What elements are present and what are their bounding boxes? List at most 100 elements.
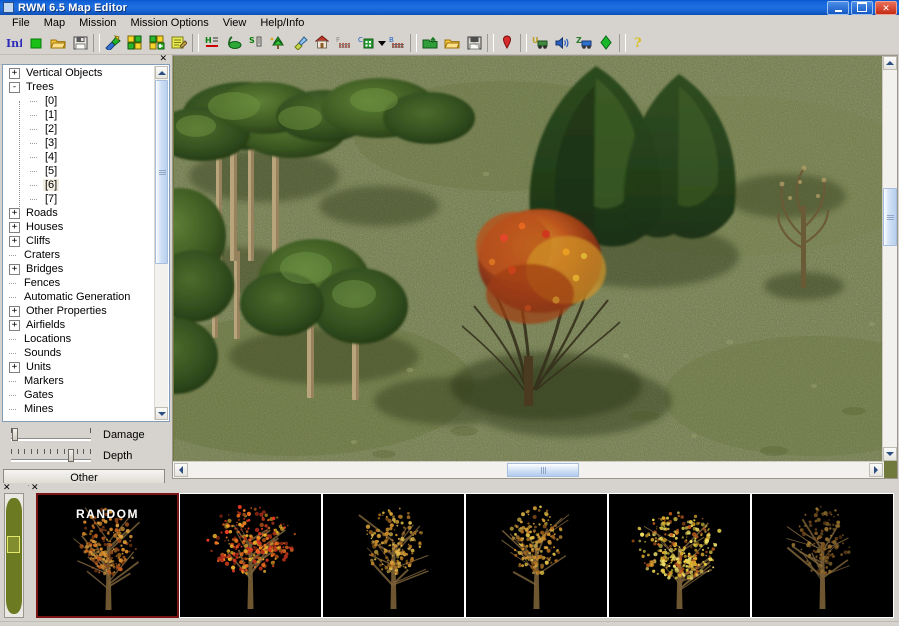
thumbnail-tree-4[interactable] [751, 493, 894, 618]
tree-node-trees[interactable]: - Trees [3, 80, 153, 94]
open-folder-icon[interactable] [47, 32, 69, 53]
thumbnail-random[interactable]: RANDOM [36, 493, 179, 618]
map-viewport[interactable] [174, 56, 884, 461]
fence-icon[interactable]: F [333, 32, 355, 53]
city-icon[interactable]: C [355, 32, 377, 53]
zone-icon[interactable]: Z [573, 32, 595, 53]
menu-mission-options[interactable]: Mission Options [123, 16, 215, 30]
tree-node-5[interactable]: [5] [3, 164, 153, 178]
tree-node-units[interactable]: + Units [3, 360, 153, 374]
slope-icon[interactable]: S [245, 32, 267, 53]
expand-icon[interactable]: + [9, 235, 20, 247]
stop-green-icon[interactable] [25, 32, 47, 53]
brush-icon[interactable] [289, 32, 311, 53]
expand-icon[interactable]: + [9, 263, 20, 275]
depth-slider[interactable] [11, 447, 91, 465]
open-mission-icon[interactable] [441, 32, 463, 53]
info-icon[interactable]: Info [3, 32, 25, 53]
thumbnail-panel-close-icon[interactable]: ✕ [31, 482, 39, 492]
house-icon[interactable] [311, 32, 333, 53]
map-horizontal-scrollbar[interactable] [173, 461, 884, 478]
tree-node-6[interactable]: [6] [3, 178, 153, 192]
scroll-down-button[interactable] [155, 407, 168, 420]
save-mission-icon[interactable] [463, 32, 485, 53]
thumbnail-tree-1[interactable] [322, 493, 465, 618]
dropdown-arrow-icon[interactable] [377, 32, 386, 53]
close-button[interactable]: ✕ [875, 1, 897, 15]
map-scroll-left-button[interactable] [174, 463, 188, 477]
tree-node-roads[interactable]: + Roads [3, 206, 153, 220]
expand-icon[interactable]: + [9, 305, 20, 317]
map-scroll-right-button[interactable] [869, 463, 883, 477]
collapse-icon[interactable]: - [9, 81, 20, 93]
menu-file[interactable]: File [5, 16, 37, 30]
map-scroll-up-button[interactable] [883, 56, 897, 70]
edit-note-icon[interactable] [168, 32, 190, 53]
tree-node-7[interactable]: [7] [3, 192, 153, 206]
minimap-panel-close-icon[interactable]: ✕ [3, 482, 11, 492]
maximize-button[interactable] [851, 1, 873, 15]
marker-icon[interactable] [496, 32, 518, 53]
minimap[interactable] [4, 493, 24, 618]
texture-add-icon[interactable] [146, 32, 168, 53]
bridge-icon[interactable]: B [386, 32, 408, 53]
tree-node-vertical-objects[interactable]: + Vertical Objects [3, 66, 153, 80]
compass-icon[interactable] [595, 32, 617, 53]
menu-help-info[interactable]: Help/Info [253, 16, 311, 30]
tree-node-stub-icon [30, 97, 39, 106]
map-vertical-scrollbar[interactable] [882, 56, 897, 461]
map-scroll-down-button[interactable] [883, 447, 897, 461]
object-tree[interactable]: + Vertical Objects - Trees [0] [1] [2] [3] [4] [5… [2, 64, 170, 422]
tree-node-bridges[interactable]: + Bridges [3, 262, 153, 276]
tree-node-gates[interactable]: Gates [3, 388, 153, 402]
menu-map[interactable]: Map [37, 16, 72, 30]
thumbnail-tree-2[interactable] [465, 493, 608, 618]
tree-node-3[interactable]: [3] [3, 136, 153, 150]
tree-place-icon[interactable] [267, 32, 289, 53]
unit-icon[interactable]: U [529, 32, 551, 53]
tree-node-mines[interactable]: Mines [3, 402, 153, 416]
tree-node-label: Airfields [26, 319, 66, 331]
terrain-paint-icon[interactable] [102, 32, 124, 53]
tree-node-airfields[interactable]: + Airfields [3, 318, 153, 332]
damage-slider-thumb[interactable] [12, 427, 18, 441]
thumbnail-tree-3[interactable] [608, 493, 751, 618]
texture-grid-icon[interactable] [124, 32, 146, 53]
height-map-icon[interactable]: H [201, 32, 223, 53]
objects-panel-close-icon[interactable]: ✕ [159, 54, 167, 63]
tree-node-4[interactable]: [4] [3, 150, 153, 164]
depth-slider-thumb[interactable] [68, 448, 74, 462]
import-icon[interactable] [419, 32, 441, 53]
map-scroll-v-thumb[interactable] [883, 188, 897, 246]
damage-slider[interactable] [11, 426, 91, 444]
tree-node-2[interactable]: [2] [3, 122, 153, 136]
tree-node-1[interactable]: [1] [3, 108, 153, 122]
expand-icon[interactable]: + [9, 221, 20, 233]
scroll-up-button[interactable] [155, 66, 168, 79]
tree-node-automatic-generation[interactable]: Automatic Generation [3, 290, 153, 304]
expand-icon[interactable]: + [9, 361, 20, 373]
expand-icon[interactable]: + [9, 67, 20, 79]
minimize-button[interactable] [827, 1, 849, 15]
sound-icon[interactable] [551, 32, 573, 53]
help-icon[interactable]: ? [628, 32, 650, 53]
scroll-thumb[interactable] [155, 80, 168, 264]
map-scroll-h-thumb[interactable] [507, 463, 579, 477]
minimap-viewport-rect[interactable] [7, 536, 20, 553]
save-disk-icon[interactable] [69, 32, 91, 53]
tree-node-sounds[interactable]: Sounds [3, 346, 153, 360]
tree-node-other-properties[interactable]: + Other Properties [3, 304, 153, 318]
tree-node-fences[interactable]: Fences [3, 276, 153, 290]
tree-node-craters[interactable]: Craters [3, 248, 153, 262]
tree-node-houses[interactable]: + Houses [3, 220, 153, 234]
tree-node-markers[interactable]: Markers [3, 374, 153, 388]
menu-mission[interactable]: Mission [72, 16, 123, 30]
expand-icon[interactable]: + [9, 319, 20, 331]
object-tree-scrollbar[interactable] [154, 66, 168, 420]
water-icon[interactable] [223, 32, 245, 53]
tree-node-0[interactable]: [0] [3, 94, 153, 108]
menu-view[interactable]: View [216, 16, 254, 30]
thumbnail-tree-0[interactable] [179, 493, 322, 618]
tree-node-cliffs[interactable]: + Cliffs [3, 234, 153, 248]
tree-node-locations[interactable]: Locations [3, 332, 153, 346]
